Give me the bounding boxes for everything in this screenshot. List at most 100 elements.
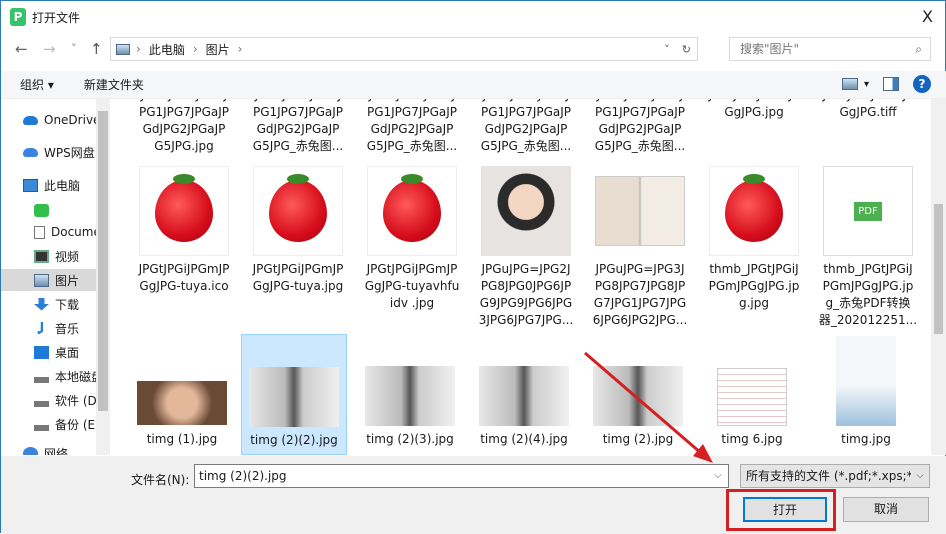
music-icon: [37, 321, 43, 335]
sidebar-item[interactable]: [1, 199, 96, 221]
file-item[interactable]: JPGaJPG0JPG6J PG1JPG7JPGaJP GdJPG2JPGaJP…: [357, 99, 467, 155]
file-name: thmb_JPGtJPGiJ PGmJPGgJPG.jp g.jpg: [708, 262, 800, 310]
file-item[interactable]: JPGuJPG=JPG2J PG8JPG0JPG6JP G9JPG9JPG6JP…: [471, 164, 581, 334]
sidebar-item[interactable]: 下载: [1, 293, 96, 315]
file-name: JPGaJPG0JPG6J PG1JPG7JPGaJP GdJPG2JPGaJP…: [366, 99, 458, 153]
document-icon: [34, 225, 45, 239]
file-item[interactable]: timg (2)(2).jpg: [241, 334, 347, 455]
up-button[interactable]: ↑: [90, 40, 103, 58]
sidebar-item-label: 音乐: [55, 321, 80, 336]
file-name: JPGaJPG0JPG6J PG1JPG7JPGaJP GdJPG2JPGaJP…: [594, 99, 686, 153]
sidebar-scroll-thumb[interactable]: [98, 111, 108, 411]
file-name: timg (2)(4).jpg: [480, 432, 568, 446]
drive-icon: [34, 417, 49, 431]
file-name: JPGtJPGiJPGmJP GgJPG-tuyavhfu idv .jpg: [364, 262, 460, 310]
file-item[interactable]: thmb_JPGtJPGiJ PGmJPGgJPG.jp g.jpg: [699, 164, 809, 334]
file-item[interactable]: timg.jpg: [813, 334, 919, 455]
highlight-box: [726, 489, 836, 531]
file-item[interactable]: JPGtJPGiJPGmJP GgJPG-tuya.ico: [129, 164, 239, 334]
file-name: timg 6.jpg: [721, 432, 783, 446]
file-list-scroll-thumb[interactable]: [934, 204, 943, 334]
recent-locations-button[interactable]: ˅: [71, 42, 77, 55]
sidebar-item[interactable]: OneDrive: [1, 109, 96, 131]
sidebar-item[interactable]: 此电脑: [1, 174, 96, 196]
search-icon[interactable]: ⌕: [915, 38, 922, 60]
file-item[interactable]: JPGtJPGiJPGmJP GgJPG.tiff: [813, 99, 923, 121]
sidebar-item[interactable]: 图片: [1, 269, 96, 291]
file-item[interactable]: JPGuJPG=JPG3J PG8JPG7JPG8JP G7JPG1JPG7JP…: [585, 164, 695, 334]
open-file-dialog: P 打开文件 X ← → ˅ ↑ › 此电脑 › 图片 › ˅ ↻ 搜索"图片" …: [0, 0, 946, 534]
search-input[interactable]: 搜索"图片" ⌕: [729, 37, 931, 61]
file-name: JPGaJPG0JPG6J PG1JPG7JPGaJP GdJPG2JPGaJP…: [252, 99, 344, 153]
computer-icon: [23, 178, 38, 192]
dancer-thumbnail: [593, 366, 683, 426]
preview-pane-icon[interactable]: [883, 77, 899, 91]
sidebar-item[interactable]: Documents: [1, 221, 96, 243]
receipt-thumbnail: [717, 368, 787, 426]
forward-button[interactable]: →: [43, 40, 56, 58]
file-item[interactable]: timg (1).jpg: [129, 334, 235, 455]
chevron-down-icon: ⌵: [911, 465, 929, 487]
sidebar-item[interactable]: WPS网盘: [1, 141, 96, 163]
file-name: JPGaJPG0JPG6J PG1JPG7JPGaJP GdJPG2JPGaJP…: [138, 99, 230, 153]
portrait-thumbnail: [481, 166, 571, 256]
breadcrumb-pictures[interactable]: 图片: [206, 41, 230, 58]
sidebar-item[interactable]: 软件 (D:): [1, 389, 96, 411]
sidebar-item-label: 备份 (E:): [55, 417, 96, 432]
sidebar-item[interactable]: 网络: [1, 442, 96, 455]
file-item[interactable]: JPGtJPGiJPGmJP GgJPG.jpg: [699, 99, 809, 121]
drive-icon: [34, 393, 49, 407]
sidebar-item[interactable]: 桌面: [1, 341, 96, 363]
navigation-bar: ← → ˅ ↑ › 此电脑 › 图片 › ˅ ↻ 搜索"图片" ⌕: [1, 37, 946, 63]
dancer-thumbnail: [479, 366, 569, 426]
sidebar-item-label: WPS网盘: [44, 145, 95, 160]
help-button[interactable]: ?: [913, 75, 931, 93]
file-name: timg (2).jpg: [602, 432, 674, 446]
strawberry-thumbnail: [253, 166, 343, 256]
file-name: timg (2)(3).jpg: [366, 432, 454, 446]
sidebar-item[interactable]: 本地磁盘: [1, 365, 96, 387]
new-folder-button[interactable]: 新建文件夹: [84, 76, 144, 93]
file-item[interactable]: JPGtJPGiJPGmJP GgJPG-tuyavhfu idv .jpg: [357, 164, 467, 334]
file-name: timg (2)(2).jpg: [250, 433, 338, 447]
desktop-icon: [34, 345, 49, 359]
filetype-select[interactable]: 所有支持的文件 (*.pdf;*.xps;*.oxps) ⌵: [740, 464, 930, 488]
back-button[interactable]: ←: [15, 40, 28, 58]
file-item[interactable]: timg 6.jpg: [699, 334, 805, 455]
green-app-icon: [34, 203, 49, 217]
file-item[interactable]: timg (2).jpg: [585, 334, 691, 455]
file-item[interactable]: JPGaJPG0JPG6J PG1JPG7JPGaJP GdJPG2JPGaJP…: [585, 99, 695, 155]
sidebar-item-label: OneDrive: [44, 113, 96, 127]
organize-button[interactable]: 组织 ▾: [20, 76, 54, 93]
chevron-down-icon[interactable]: ⌵: [708, 465, 728, 487]
file-item[interactable]: JPGtJPGiJPGmJP GgJPG-tuya.jpg: [243, 164, 353, 334]
download-icon: [34, 297, 49, 311]
sidebar-item[interactable]: 音乐: [1, 317, 96, 339]
file-item[interactable]: PDF thmb_JPGtJPGiJ PGmJPGgJPG.jp g_赤兔PDF转…: [813, 164, 923, 334]
address-dropdown[interactable]: ˅: [664, 43, 670, 56]
view-options-button[interactable]: ▾: [841, 78, 869, 90]
sidebar-item[interactable]: 视频: [1, 245, 96, 267]
sidebar-item[interactable]: 备份 (E:): [1, 413, 96, 435]
close-button[interactable]: X: [922, 7, 933, 26]
file-name: JPGaJPG0JPG6J PG1JPG7JPGaJP GdJPG2JPGaJP…: [480, 99, 572, 153]
file-item[interactable]: JPGaJPG0JPG6J PG1JPG7JPGaJP GdJPG2JPGaJP…: [243, 99, 353, 155]
sidebar-item-label: 软件 (D:): [55, 393, 96, 408]
sidebar-scrollbar[interactable]: [96, 99, 110, 455]
strawberry-thumbnail: [139, 166, 229, 256]
filename-input[interactable]: timg (2)(2).jpg ⌵: [194, 464, 729, 488]
cancel-button[interactable]: 取消: [843, 497, 929, 522]
file-item[interactable]: JPGaJPG0JPG6J PG1JPG7JPGaJP GdJPG2JPGaJP…: [129, 99, 239, 155]
refresh-button[interactable]: ↻: [682, 43, 691, 56]
file-list-scrollbar[interactable]: [931, 99, 946, 455]
file-item[interactable]: JPGaJPG0JPG6J PG1JPG7JPGaJP GdJPG2JPGaJP…: [471, 99, 581, 155]
video-icon: [34, 249, 49, 263]
breadcrumb-this-pc[interactable]: 此电脑: [149, 41, 185, 58]
sidebar-item-label: 下载: [55, 297, 80, 312]
address-bar[interactable]: › 此电脑 › 图片 › ˅ ↻: [110, 37, 698, 61]
file-item[interactable]: timg (2)(3).jpg: [357, 334, 463, 455]
sidebar-item-label: Documents: [51, 225, 96, 239]
strawberry-thumbnail: [709, 166, 799, 256]
file-name: JPGtJPGiJPGmJP GgJPG.tiff: [823, 99, 914, 119]
file-item[interactable]: timg (2)(4).jpg: [471, 334, 577, 455]
